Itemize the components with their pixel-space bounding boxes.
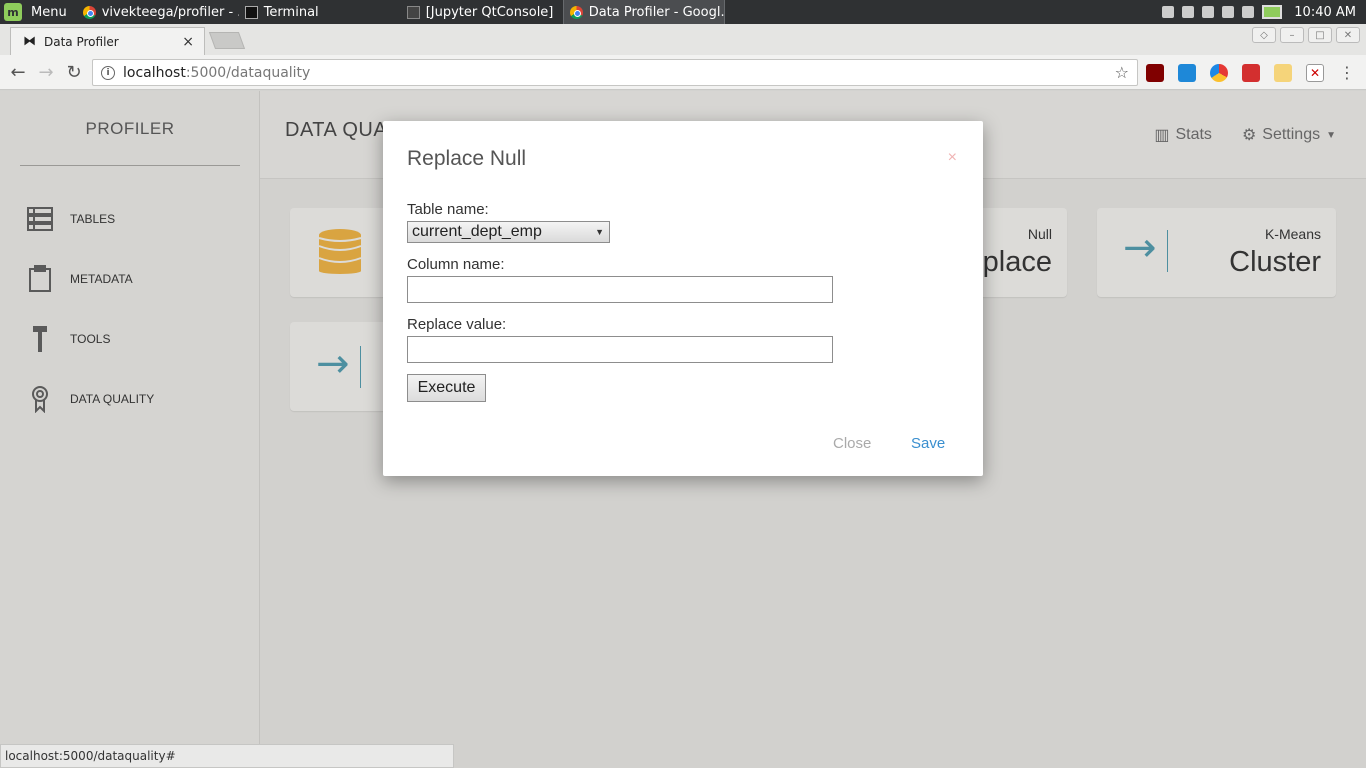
url-host: localhost	[123, 64, 186, 81]
table-name-label: Table name:	[407, 201, 489, 218]
chrome-icon	[569, 5, 583, 19]
new-tab-button[interactable]	[208, 32, 246, 49]
task-label: Terminal	[263, 4, 319, 20]
address-bar[interactable]: i localhost:5000/dataquality ☆	[92, 59, 1138, 86]
profile-icon[interactable]: ◇	[1252, 27, 1276, 43]
system-tray: 10:40 AM	[1162, 5, 1366, 20]
bowtie-icon: ⧓	[23, 34, 36, 49]
forward-arrow-icon[interactable]: →	[32, 58, 60, 86]
minimize-icon[interactable]: –	[1280, 27, 1304, 43]
task-label: [Jupyter QtConsole]	[425, 4, 554, 20]
power-icon[interactable]	[1242, 6, 1255, 18]
taskbar-task-jupyter[interactable]: [Jupyter QtConsole]	[401, 0, 563, 24]
clock[interactable]: 10:40 AM	[1294, 5, 1356, 20]
bookmark-star-icon[interactable]: ☆	[1115, 63, 1129, 82]
task-label: Data Profiler - Googl...	[588, 4, 725, 20]
save-button[interactable]: Save	[911, 435, 945, 452]
tab-close-icon[interactable]: ×	[182, 34, 194, 50]
chevron-down-icon: ▼	[595, 227, 604, 237]
extension-calendar-icon[interactable]	[1178, 63, 1196, 82]
taskbar-task-data-profiler[interactable]: Data Profiler - Googl...	[562, 0, 725, 24]
column-name-label: Column name:	[407, 256, 505, 273]
url-path: :5000/dataquality	[185, 64, 311, 81]
user-icon[interactable]	[1162, 6, 1175, 18]
taskbar-task-terminal[interactable]: Terminal	[239, 0, 401, 24]
replace-null-modal: Replace Null × Table name: current_dept_…	[383, 121, 983, 476]
selected-table: current_dept_emp	[412, 223, 542, 240]
info-icon[interactable]: i	[101, 65, 115, 80]
replace-value-input[interactable]	[407, 336, 833, 363]
close-button[interactable]: Close	[833, 435, 871, 452]
browser-toolbar: ← → ↻ i localhost:5000/dataquality ☆ ✕ ⋮	[0, 55, 1366, 90]
close-icon[interactable]: ×	[948, 149, 957, 167]
extensions-bar: ✕ ⋮	[1146, 63, 1356, 82]
reload-icon[interactable]: ↻	[60, 58, 88, 86]
extension-pen-icon[interactable]	[1274, 63, 1292, 82]
task-label: vivekteega/profiler - ...	[101, 4, 239, 20]
extension-colors-icon[interactable]	[1210, 63, 1228, 82]
window-controls: ◇ – □ ✕	[1252, 27, 1360, 43]
close-window-icon[interactable]: ✕	[1336, 27, 1360, 43]
terminal-icon	[244, 5, 258, 19]
browser-menu-icon[interactable]: ⋮	[1338, 63, 1356, 82]
menu-label: Menu	[31, 4, 67, 20]
jupyter-icon	[406, 5, 420, 19]
start-menu-button[interactable]: m Menu	[0, 0, 77, 24]
volume-icon[interactable]	[1222, 6, 1235, 18]
modal-title: Replace Null	[407, 147, 527, 170]
back-arrow-icon[interactable]: ←	[4, 58, 32, 86]
browser-tab-strip: ⧓ Data Profiler × ◇ – □ ✕	[0, 24, 1366, 55]
maximize-icon[interactable]: □	[1308, 27, 1332, 43]
battery-icon[interactable]	[1262, 5, 1283, 19]
update-icon[interactable]	[1182, 6, 1195, 18]
column-name-input[interactable]	[407, 276, 833, 303]
chrome-icon	[82, 5, 96, 19]
extension-book-icon[interactable]	[1242, 63, 1260, 82]
tab-title: Data Profiler	[44, 34, 119, 49]
table-name-select[interactable]: current_dept_emp ▼	[407, 221, 610, 243]
os-taskbar: m Menu vivekteega/profiler - ... Termina…	[0, 0, 1366, 24]
wifi-icon[interactable]	[1202, 6, 1215, 18]
mint-logo-icon: m	[4, 3, 22, 21]
tab-data-profiler[interactable]: ⧓ Data Profiler ×	[10, 27, 205, 55]
extension-x-icon[interactable]: ✕	[1306, 63, 1324, 82]
execute-button[interactable]: Execute	[407, 374, 486, 402]
ublock-icon[interactable]	[1146, 63, 1164, 82]
replace-value-label: Replace value:	[407, 316, 507, 333]
taskbar-task-github[interactable]: vivekteega/profiler - ...	[77, 0, 239, 24]
